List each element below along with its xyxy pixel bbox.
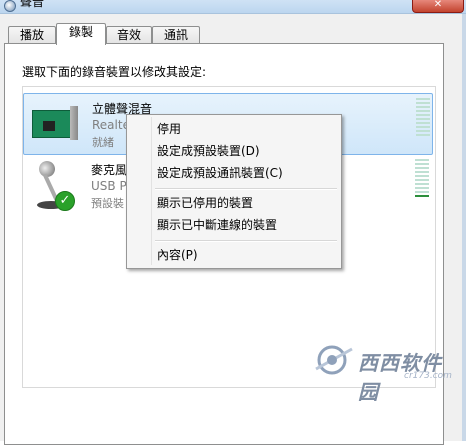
- device-name: 麥克風: [91, 163, 128, 177]
- tab-label: 音效: [116, 28, 141, 42]
- microphone-icon: ✓: [31, 158, 79, 213]
- watermark-logo: [315, 345, 353, 375]
- title-bar: 聲音 ✕: [0, 0, 466, 14]
- level-meter: [415, 159, 429, 199]
- menu-separator: [155, 240, 337, 242]
- level-meter: [416, 98, 430, 138]
- menu-item-set-default-comm-device[interactable]: 設定成預設通訊裝置(C): [157, 164, 283, 182]
- tab-recording[interactable]: 錄製: [56, 23, 106, 45]
- watermark: 西西软件园 cr173.com: [312, 343, 462, 404]
- tab-label: 通訊: [163, 28, 188, 42]
- watermark-url: cr173.com: [404, 371, 452, 381]
- instruction-text: 選取下面的錄音裝置以修改其設定:: [22, 65, 207, 79]
- tab-label: 播放: [19, 28, 44, 42]
- tab-label: 錄製: [68, 25, 93, 39]
- context-menu: 停用 設定成預設裝置(D) 設定成預設通訊裝置(C) 顯示已停用的裝置 顯示已中…: [126, 114, 342, 269]
- menu-item-disable[interactable]: 停用: [157, 120, 181, 138]
- tab-sounds[interactable]: 音效: [106, 26, 152, 44]
- window-title: 聲音: [20, 0, 45, 9]
- menu-item-properties[interactable]: 內容(P): [157, 246, 198, 264]
- tab-communications[interactable]: 通訊: [152, 26, 200, 44]
- device-status: 預設裝: [91, 197, 124, 210]
- speaker-icon: [4, 0, 16, 12]
- tab-playback[interactable]: 播放: [8, 26, 56, 44]
- device-status: 就緒: [92, 136, 114, 149]
- close-button[interactable]: ✕: [412, 0, 464, 13]
- device-description: Realte: [92, 118, 130, 132]
- window-border: [462, 14, 466, 441]
- default-check-icon: ✓: [55, 191, 75, 211]
- menu-gutter: [151, 117, 152, 265]
- menu-separator: [155, 188, 337, 190]
- menu-item-show-disconnected[interactable]: 顯示已中斷連線的裝置: [157, 216, 277, 234]
- sound-card-icon: [32, 106, 80, 140]
- menu-item-set-default-device[interactable]: 設定成預設裝置(D): [157, 142, 260, 160]
- menu-item-show-disabled[interactable]: 顯示已停用的裝置: [157, 194, 253, 212]
